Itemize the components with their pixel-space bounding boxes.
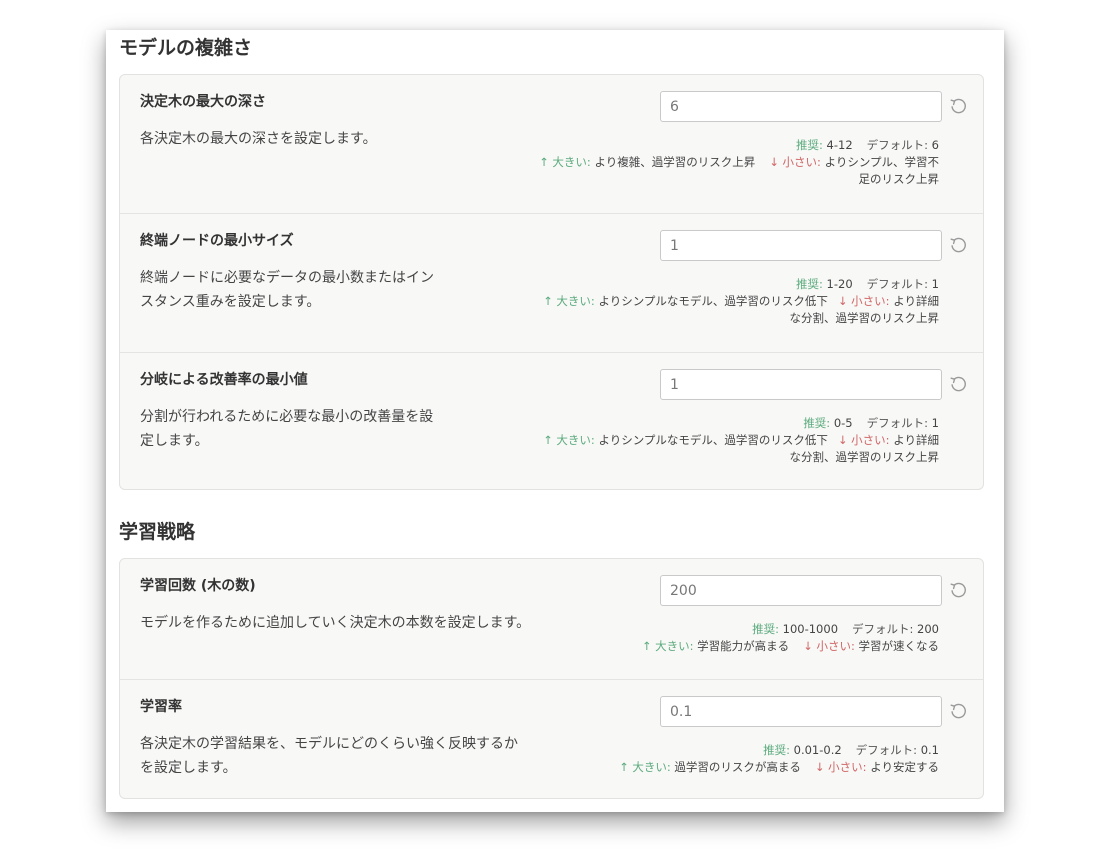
recommend-default-line: 推奨: 0-5 デフォルト: 1 <box>803 416 939 430</box>
param-hints: 推奨: 0-5 デフォルト: 1 ↑ 大きい: よりシンプルなモデル、過学習のリス… <box>543 415 939 466</box>
recommend-default-line: 推奨: 0.01-0.2 デフォルト: 0.1 <box>763 743 939 757</box>
effect-line: ↑ 大きい: よりシンプルなモデル、過学習のリスク低下 ↓ 小さい: より詳細 <box>543 294 939 308</box>
effect-line: ↑ 大きい: 学習能力が高まる ↓ 小さい: 学習が速くなる <box>641 639 939 653</box>
param-hints: 推奨: 0.01-0.2 デフォルト: 0.1 ↑ 大きい: 過学習のリスクが高ま… <box>619 742 939 776</box>
reset-icon[interactable] <box>948 580 968 600</box>
param-description: 各決定木の最大の深さを設定します。 <box>140 131 377 147</box>
param-min-split-gain: 分岐による改善率の最小値 分割が行われるために必要な最小の改善量を設 定します。 … <box>120 352 983 489</box>
effect-line-continued: 足のリスク上昇 <box>858 172 940 186</box>
section-card-model-complexity: 決定木の最大の深さ 各決定木の最大の深さを設定します。 推奨: 4-12デフォル… <box>119 74 984 490</box>
param-num-trees: 学習回数 (木の数) モデルを作るために追加していく決定木の本数を設定します。 … <box>120 559 983 679</box>
min-node-size-input[interactable] <box>660 230 942 261</box>
recommend-default-line: 推奨: 4-12 デフォルト: 6 <box>796 138 939 152</box>
param-hints: 推奨: 100-1000 デフォルト: 200 ↑ 大きい: 学習能力が高まる ↓ … <box>642 621 939 655</box>
max-depth-input[interactable] <box>660 91 942 122</box>
param-name: 学習率 <box>140 699 182 715</box>
reset-icon[interactable] <box>948 374 968 394</box>
num-trees-input[interactable] <box>660 575 942 606</box>
settings-window: モデルの複雑さ 決定木の最大の深さ 各決定木の最大の深さを設定します。 推奨: … <box>106 30 1004 812</box>
param-name: 学習回数 (木の数) <box>140 578 256 594</box>
section-title-learning-strategy: 学習戦略 <box>119 521 196 543</box>
reset-icon[interactable] <box>948 235 968 255</box>
reset-icon[interactable] <box>948 96 968 116</box>
section-card-learning-strategy: 学習回数 (木の数) モデルを作るために追加していく決定木の本数を設定します。 … <box>119 558 984 799</box>
param-description: 分割が行われるために必要な最小の改善量を設 定します。 <box>140 409 434 449</box>
param-hints: 推奨: 1-20 デフォルト: 1 ↑ 大きい: よりシンプルなモデル、過学習のリ… <box>543 276 939 327</box>
recommend-default-line: 推奨: 100-1000 デフォルト: 200 <box>752 622 939 636</box>
effect-line: ↑ 大きい: より複雑、過学習のリスク上昇 ↓ 小さい: よりシンプル、学習不 <box>539 155 939 169</box>
param-min-node-size: 終端ノードの最小サイズ 終端ノードに必要なデータの最小数またはイン スタンス重みを… <box>120 213 983 352</box>
section-title-model-complexity: モデルの複雑さ <box>119 37 253 59</box>
param-hints: 推奨: 4-12 デフォルト: 6 ↑ 大きい: より複雑、過学習のリスク上昇 ↓ … <box>539 137 939 188</box>
param-description: 各決定木の学習結果を、モデルにどのくらい強く反映するか を設定します。 <box>140 736 518 776</box>
effect-line-continued: な分割、過学習のリスク上昇 <box>789 450 940 464</box>
learning-rate-input[interactable] <box>660 696 942 727</box>
reset-icon[interactable] <box>948 701 968 721</box>
param-name: 分岐による改善率の最小値 <box>140 372 308 388</box>
effect-line: ↑ 大きい: よりシンプルなモデル、過学習のリスク低下 ↓ 小さい: より詳細 <box>543 433 939 447</box>
recommend-default-line: 推奨: 1-20 デフォルト: 1 <box>796 277 939 291</box>
effect-line: ↑ 大きい: 過学習のリスクが高まる ↓ 小さい: より安定する <box>619 760 939 774</box>
param-name: 終端ノードの最小サイズ <box>140 233 294 249</box>
param-learning-rate: 学習率 各決定木の学習結果を、モデルにどのくらい強く反映するかを設定します。 推… <box>120 679 983 798</box>
min-split-gain-input[interactable] <box>660 369 942 400</box>
param-name: 決定木の最大の深さ <box>140 94 266 110</box>
param-description: 終端ノードに必要なデータの最小数またはイン スタンス重みを設定します。 <box>140 270 434 310</box>
param-max-depth: 決定木の最大の深さ 各決定木の最大の深さを設定します。 推奨: 4-12デフォル… <box>120 75 983 213</box>
effect-line-continued: な分割、過学習のリスク上昇 <box>789 311 940 325</box>
param-description: モデルを作るために追加していく決定木の本数を設定します。 <box>140 615 531 631</box>
